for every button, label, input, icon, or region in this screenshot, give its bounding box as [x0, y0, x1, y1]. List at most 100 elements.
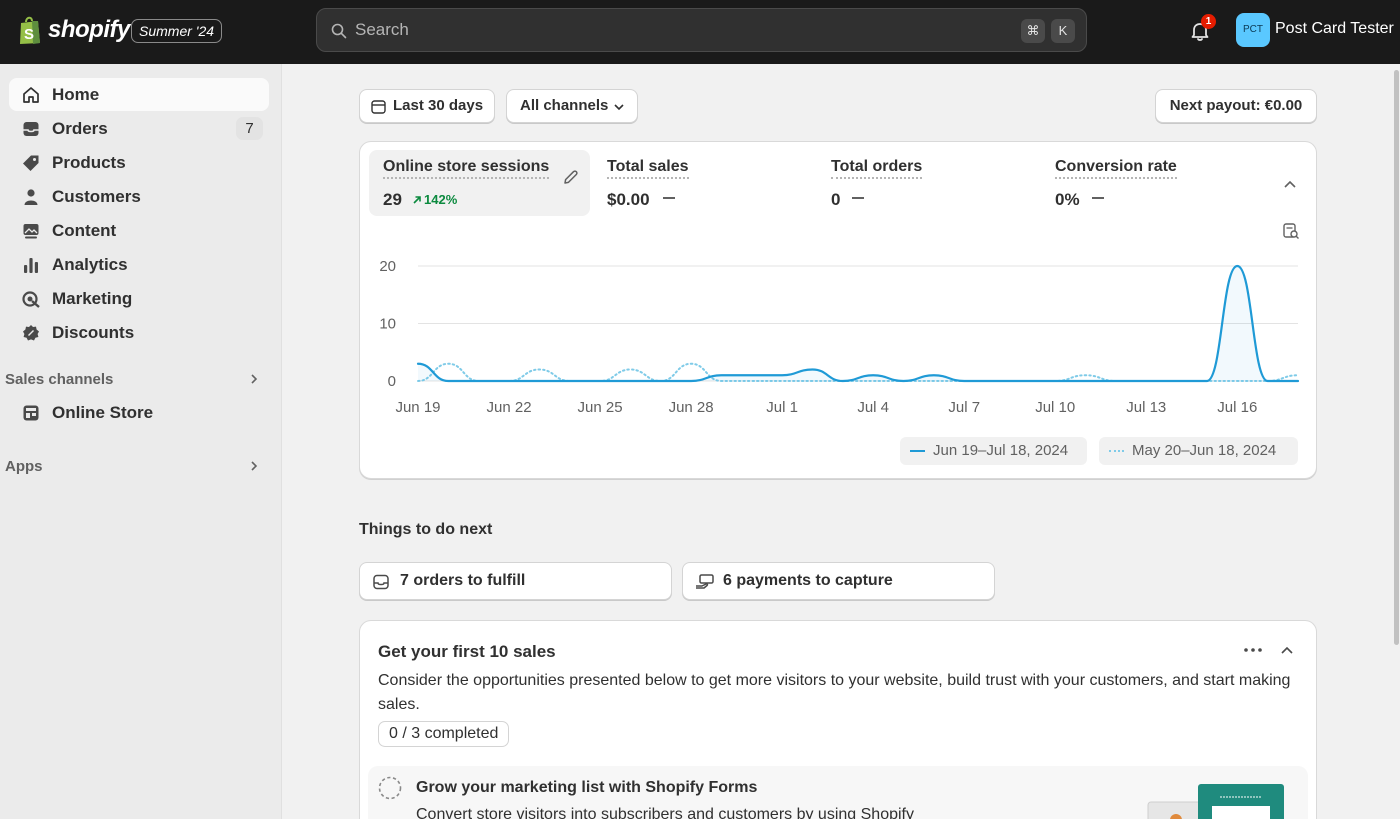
- analytics-card: Online store sessions 29 142% Total sale…: [359, 141, 1317, 479]
- things-to-do-heading: Things to do next: [359, 521, 493, 538]
- search-icon: [331, 23, 347, 39]
- person-icon: [24, 189, 38, 205]
- data-point-current[interactable]: [1295, 378, 1301, 384]
- setup-task-item[interactable]: Grow your marketing list with Shopify Fo…: [368, 766, 1308, 819]
- store-name[interactable]: Post Card Tester: [1275, 20, 1394, 38]
- sidebar-item-home[interactable]: Home: [9, 78, 269, 111]
- metric-conversion-rate[interactable]: Conversion rate 0%: [1041, 150, 1261, 216]
- data-point-current[interactable]: [779, 372, 785, 378]
- incomplete-circle-icon[interactable]: [378, 776, 402, 800]
- x-tick-label: Jul 10: [1035, 399, 1075, 416]
- metric-total-orders[interactable]: Total orders 0: [817, 150, 1037, 216]
- data-point-current[interactable]: [1113, 378, 1119, 384]
- sidebar-item-label: Home: [52, 85, 100, 104]
- y-tick-label: 0: [388, 373, 396, 390]
- payments-to-capture-button[interactable]: 6 payments to capture: [682, 562, 995, 600]
- payment-hand-icon: [696, 574, 714, 589]
- orders-to-fulfill-button[interactable]: 7 orders to fulfill: [359, 562, 672, 600]
- tag-icon: [23, 155, 39, 171]
- metric-title: Total orders: [831, 158, 923, 179]
- search-input[interactable]: [355, 9, 955, 51]
- sidebar-item-analytics[interactable]: Analytics: [9, 248, 269, 281]
- data-point-current[interactable]: [961, 378, 967, 384]
- legend-previous-period[interactable]: May 20–Jun 18, 2024: [1099, 437, 1298, 465]
- data-point-current[interactable]: [749, 372, 755, 378]
- sidebar-item-orders[interactable]: Orders 7: [9, 112, 269, 145]
- data-point-current[interactable]: [1143, 378, 1149, 384]
- data-point-current[interactable]: [1265, 378, 1271, 384]
- chevron-right-icon[interactable]: [248, 373, 260, 385]
- data-point-current[interactable]: [597, 378, 603, 384]
- progress-badge: 0 / 3 completed: [378, 721, 510, 747]
- data-point-current[interactable]: [1022, 378, 1028, 384]
- data-point-current[interactable]: [415, 361, 421, 367]
- chevron-up-icon[interactable]: [1280, 645, 1294, 655]
- data-point-current[interactable]: [1083, 378, 1089, 384]
- data-point-current[interactable]: [476, 378, 482, 384]
- more-options-icon[interactable]: [1243, 646, 1263, 654]
- legend-current-period[interactable]: Jun 19–Jul 18, 2024: [900, 437, 1087, 465]
- data-point-current[interactable]: [688, 378, 694, 384]
- metric-value: 0%: [1055, 190, 1080, 209]
- data-point-current[interactable]: [567, 378, 573, 384]
- search-bar[interactable]: ⌘ K: [316, 8, 1087, 52]
- data-point-current[interactable]: [658, 378, 664, 384]
- sidebar-item-online-store[interactable]: Online Store: [9, 396, 269, 429]
- x-tick-label: Jul 13: [1126, 399, 1166, 416]
- date-range-button[interactable]: Last 30 days: [359, 89, 495, 123]
- target-icon: [22, 291, 40, 308]
- sidebar-item-label: Analytics: [52, 255, 128, 274]
- data-point-previous[interactable]: [1083, 372, 1089, 378]
- apps-heading[interactable]: Apps: [5, 458, 43, 475]
- data-point-current[interactable]: [718, 372, 724, 378]
- data-point-current[interactable]: [840, 378, 846, 384]
- avatar[interactable]: PCT: [1236, 13, 1270, 47]
- data-point-current[interactable]: [1174, 378, 1180, 384]
- data-point-previous[interactable]: [445, 361, 451, 367]
- data-point-previous[interactable]: [688, 361, 694, 367]
- edition-badge[interactable]: Summer '24: [131, 19, 223, 43]
- legend-label: Jun 19–Jul 18, 2024: [933, 442, 1069, 459]
- shopify-logo[interactable]: S shopify: [18, 15, 130, 45]
- data-point-previous[interactable]: [536, 367, 542, 373]
- data-point-current[interactable]: [1052, 378, 1058, 384]
- pencil-icon[interactable]: [562, 169, 579, 186]
- date-range-label: Last 30 days: [393, 97, 484, 114]
- chevron-up-icon[interactable]: [1283, 179, 1297, 189]
- home-icon: [23, 87, 39, 103]
- sidebar-item-products[interactable]: Products: [9, 146, 269, 179]
- channel-select[interactable]: All channels: [506, 89, 638, 123]
- metric-total-sales[interactable]: Total sales $0.00: [593, 150, 813, 216]
- sales-channels-heading[interactable]: Sales channels: [5, 371, 113, 388]
- data-point-current[interactable]: [992, 378, 998, 384]
- data-point-previous[interactable]: [627, 367, 633, 373]
- sidebar-item-customers[interactable]: Customers: [9, 180, 269, 213]
- data-point-current[interactable]: [901, 378, 907, 384]
- orders-count-badge: 7: [236, 117, 263, 140]
- next-payout-button[interactable]: Next payout: €0.00: [1155, 89, 1317, 123]
- data-point-current[interactable]: [1204, 378, 1210, 384]
- scrollbar-thumb[interactable]: [1394, 70, 1399, 645]
- sidebar-item-marketing[interactable]: Marketing: [9, 282, 269, 315]
- data-point-current[interactable]: [1234, 263, 1240, 269]
- metric-online-store-sessions[interactable]: Online store sessions 29 142%: [369, 150, 590, 216]
- data-point-current[interactable]: [627, 378, 633, 384]
- x-tick-label: Jun 22: [487, 399, 532, 416]
- y-tick-label: 10: [379, 316, 396, 333]
- data-point-current[interactable]: [506, 378, 512, 384]
- bar-chart-icon: [24, 258, 38, 273]
- data-point-current[interactable]: [931, 372, 937, 378]
- calendar-icon: [371, 100, 386, 114]
- data-point-current[interactable]: [870, 372, 876, 378]
- data-point-current[interactable]: [809, 367, 815, 373]
- no-change-indicator: [663, 197, 675, 199]
- top-bar: S shopify Summer '24 ⌘ K 1 PCT Post Card…: [0, 0, 1400, 64]
- sidebar-item-discounts[interactable]: Discounts: [9, 316, 269, 349]
- page-scrollbar[interactable]: [1393, 64, 1400, 819]
- chart-report-icon[interactable]: [1282, 222, 1300, 240]
- data-point-current[interactable]: [445, 378, 451, 384]
- sidebar-item-content[interactable]: Content: [9, 214, 269, 247]
- data-point-current[interactable]: [536, 378, 542, 384]
- chevron-right-icon[interactable]: [248, 460, 260, 472]
- data-point-previous[interactable]: [1295, 372, 1301, 378]
